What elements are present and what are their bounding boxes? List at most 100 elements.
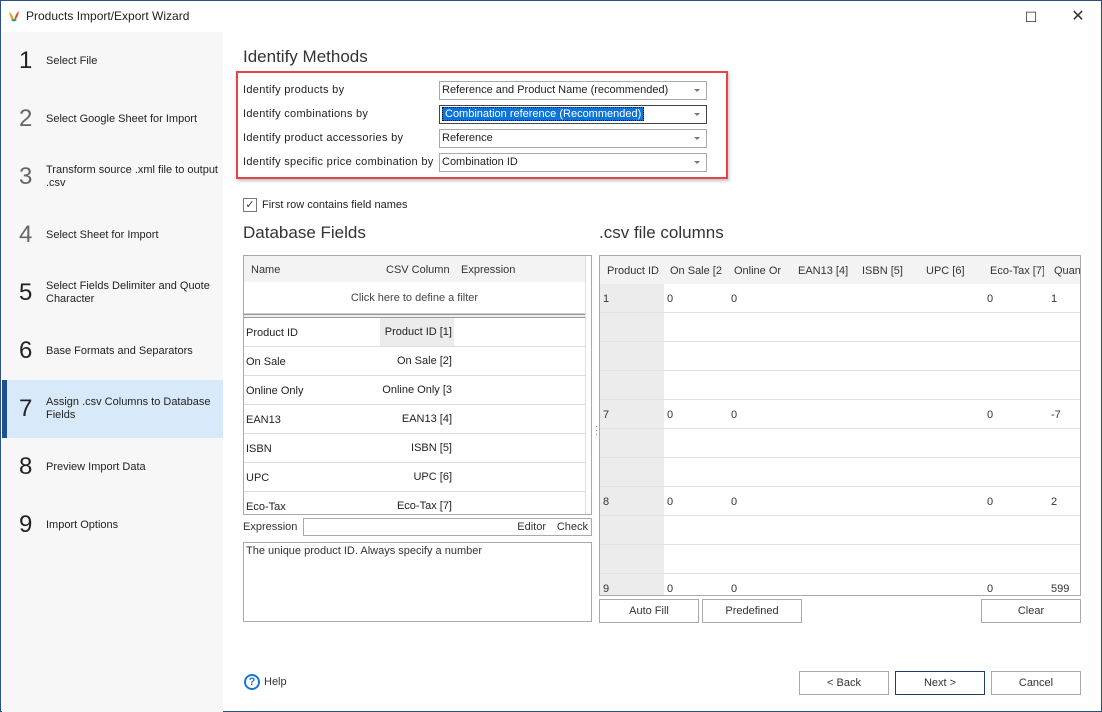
table-cell: 0: [667, 496, 674, 508]
predefined-button[interactable]: Predefined: [702, 599, 802, 623]
first-row-field-names-option[interactable]: ✓ First row contains field names: [243, 198, 408, 212]
step-select-sheet[interactable]: 4 Select Sheet for Import: [2, 206, 223, 264]
step-label: Preview Import Data: [46, 460, 146, 473]
table-row[interactable]: [600, 429, 1080, 458]
first-row-checkbox[interactable]: ✓: [243, 198, 257, 212]
identify-combinations-select[interactable]: Combination reference (Recommended): [439, 105, 707, 124]
database-fields-grid: Name CSV Column Expression Click here to…: [243, 255, 592, 515]
table-row[interactable]: Product ID Product ID [1]: [244, 318, 585, 347]
close-icon[interactable]: ✕: [1066, 7, 1090, 27]
table-cell: 1: [603, 293, 610, 305]
table-cell: 2: [1051, 496, 1058, 508]
cancel-button[interactable]: Cancel: [991, 671, 1081, 695]
table-row[interactable]: 8 0 0 0 2: [600, 487, 1080, 516]
table-row[interactable]: [600, 516, 1080, 545]
field-csv-column[interactable]: UPC [6]: [380, 463, 454, 491]
splitter-handle[interactable]: · · ·: [595, 422, 598, 440]
check-button[interactable]: Check: [557, 521, 588, 533]
field-name: ISBN: [246, 443, 272, 455]
vertical-scrollbar[interactable]: [585, 256, 591, 514]
step-number: 5: [19, 279, 33, 306]
step-import-options[interactable]: 9 Import Options: [2, 496, 223, 554]
table-row[interactable]: ISBN ISBN [5]: [244, 434, 585, 463]
identify-price-combination-label: Identify specific price combination by: [243, 156, 434, 168]
table-row[interactable]: 7 0 0 0 -7: [600, 400, 1080, 429]
step-number: 8: [19, 453, 33, 480]
step-label: Select File: [46, 54, 98, 67]
csv-columns-grid: Product ID On Sale [2 Online Or EAN13 [4…: [599, 255, 1081, 596]
help-icon: ?: [244, 674, 260, 690]
table-row[interactable]: 1 0 0 0 1: [600, 284, 1080, 313]
step-label: Select Sheet for Import: [46, 228, 159, 241]
table-cell: -7: [1051, 409, 1061, 421]
identify-products-label: Identify products by: [243, 84, 345, 96]
editor-button[interactable]: Editor: [517, 521, 546, 533]
table-row[interactable]: [600, 371, 1080, 400]
clear-button[interactable]: Clear: [981, 599, 1081, 623]
maximize-icon[interactable]: ☐: [1019, 7, 1043, 27]
table-row[interactable]: 9 0 0 0 599: [600, 574, 1080, 595]
column-header[interactable]: Online Or: [734, 265, 786, 277]
table-row[interactable]: [600, 458, 1080, 487]
field-name: Product ID: [246, 327, 298, 339]
column-header-expression[interactable]: Expression: [461, 264, 515, 276]
step-preview-import[interactable]: 8 Preview Import Data: [2, 438, 223, 496]
step-label: Assign .csv Columns to Database Fields: [46, 396, 211, 421]
help-link[interactable]: ? Help: [244, 674, 287, 690]
app-logo-icon: [9, 11, 19, 22]
column-header-csv-column[interactable]: CSV Column: [386, 264, 450, 276]
expression-input[interactable]: Editor Check: [303, 518, 592, 536]
field-csv-column[interactable]: ISBN [5]: [380, 434, 454, 462]
field-csv-column[interactable]: Online Only [3: [380, 376, 454, 404]
grid-header: Name CSV Column Expression: [244, 256, 585, 282]
field-csv-column[interactable]: EAN13 [4]: [380, 405, 454, 433]
selected-value: Reference: [442, 132, 493, 144]
table-row[interactable]: Online Only Online Only [3: [244, 376, 585, 405]
next-button[interactable]: Next >: [895, 671, 985, 695]
step-number: 9: [19, 511, 33, 538]
table-row[interactable]: [600, 545, 1080, 574]
field-csv-column[interactable]: Eco-Tax [7]: [380, 492, 454, 514]
step-base-formats[interactable]: 6 Base Formats and Separators: [2, 322, 223, 380]
chevron-down-icon: [694, 113, 700, 116]
field-csv-column[interactable]: On Sale [2]: [380, 347, 454, 375]
step-select-google-sheet[interactable]: 2 Select Google Sheet for Import: [2, 90, 223, 148]
auto-fill-button[interactable]: Auto Fill: [599, 599, 699, 623]
table-row[interactable]: [600, 342, 1080, 371]
table-row[interactable]: UPC UPC [6]: [244, 463, 585, 492]
column-header[interactable]: Eco-Tax [7]: [990, 265, 1044, 277]
step-label: Base Formats and Separators: [46, 344, 193, 357]
field-name: EAN13: [246, 414, 281, 426]
identify-accessories-select[interactable]: Reference: [439, 129, 707, 148]
table-cell: 1: [1051, 293, 1058, 305]
table-row[interactable]: On Sale On Sale [2]: [244, 347, 585, 376]
table-cell: 7: [603, 409, 610, 421]
field-csv-column[interactable]: Product ID [1]: [380, 318, 454, 346]
column-header[interactable]: UPC [6]: [926, 265, 965, 277]
column-header[interactable]: ISBN [5]: [862, 265, 903, 277]
table-row[interactable]: EAN13 EAN13 [4]: [244, 405, 585, 434]
column-header[interactable]: Product ID: [607, 265, 663, 277]
identify-products-select[interactable]: Reference and Product Name (recommended): [439, 81, 707, 100]
back-button[interactable]: < Back: [799, 671, 889, 695]
step-select-file[interactable]: 1 Select File: [2, 32, 223, 90]
step-transform-xml[interactable]: 3 Transform source .xml file to output .…: [2, 148, 223, 206]
column-header[interactable]: EAN13 [4]: [798, 265, 848, 277]
expression-label: Expression: [243, 521, 298, 533]
first-row-checkbox-label: First row contains field names: [262, 199, 408, 211]
step-assign-columns[interactable]: 7 Assign .csv Columns to Database Fields: [2, 380, 223, 438]
column-header[interactable]: On Sale [2: [670, 265, 724, 277]
table-row[interactable]: [600, 313, 1080, 342]
table-row[interactable]: Eco-Tax Eco-Tax [7]: [244, 492, 585, 514]
step-number: 7: [19, 395, 33, 422]
identify-accessories-label: Identify product accessories by: [243, 132, 404, 144]
step-label: Import Options: [46, 518, 119, 531]
step-fields-delimiter[interactable]: 5 Select Fields Delimiter and Quote Char…: [2, 264, 223, 322]
column-header-name[interactable]: Name: [251, 264, 280, 276]
chevron-down-icon: [694, 137, 700, 140]
table-cell: 0: [731, 293, 738, 305]
table-cell: 0: [667, 293, 674, 305]
define-filter-row[interactable]: Click here to define a filter: [244, 282, 585, 314]
column-header[interactable]: Quan: [1054, 265, 1080, 277]
identify-price-combination-select[interactable]: Combination ID: [439, 153, 707, 172]
